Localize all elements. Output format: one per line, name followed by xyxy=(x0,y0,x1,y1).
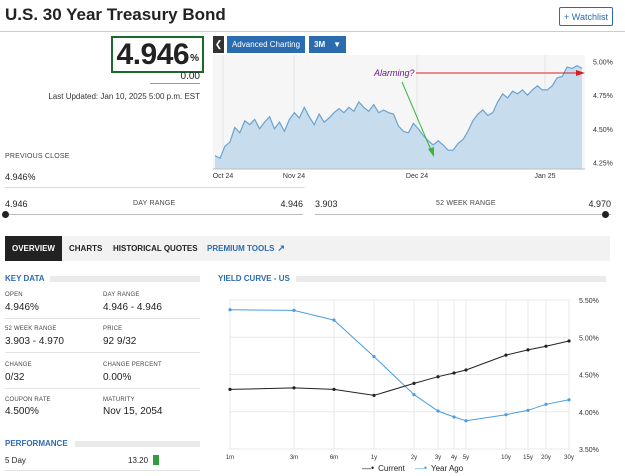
year-ago-point xyxy=(452,415,456,419)
yield-x-tick: 6m xyxy=(330,455,338,461)
yield-x-tick: 1m xyxy=(226,455,234,461)
year-ago-point xyxy=(544,402,548,406)
current-point xyxy=(526,348,530,352)
current-point xyxy=(504,353,508,357)
current-point xyxy=(452,371,456,375)
current-legend-swatch: —• xyxy=(362,463,375,473)
yield-y-tick: 5.50% xyxy=(579,298,599,305)
yield-y-tick: 5.00% xyxy=(579,335,599,342)
year-ago-legend-label: Year Ago xyxy=(431,463,464,473)
yield-x-tick: 3y xyxy=(435,455,441,461)
yield-x-tick: 2y xyxy=(411,455,417,461)
yield-x-tick: 3m xyxy=(290,455,298,461)
current-point xyxy=(228,387,232,391)
yield-x-tick: 30y xyxy=(564,455,574,461)
current-point xyxy=(544,344,548,348)
year-ago-point xyxy=(436,409,440,413)
yield-y-tick: 4.50% xyxy=(579,373,599,380)
yield-x-tick: 10y xyxy=(501,455,511,461)
yield-y-tick: 4.00% xyxy=(579,410,599,417)
year-ago-point xyxy=(372,355,376,359)
year-ago-point xyxy=(292,308,296,312)
yield-x-tick: 15y xyxy=(523,455,533,461)
yield-curve-chart[interactable]: 3.50% 4.00% 4.50% 5.00% 5.50% 1m 3m 6m 1y 2y 3y 4y… xyxy=(0,0,625,476)
yield-x-tick: 1y xyxy=(371,455,377,461)
year-ago-legend-swatch: —• xyxy=(414,463,427,473)
yield-legend: —• Current —• Year Ago xyxy=(362,463,463,473)
yield-x-tick: 20y xyxy=(541,455,551,461)
year-ago-point xyxy=(526,408,530,412)
year-ago-point xyxy=(567,398,571,402)
year-ago-line xyxy=(229,309,570,422)
year-ago-point xyxy=(228,308,232,312)
current-point xyxy=(412,381,416,385)
current-point xyxy=(332,387,336,391)
current-point xyxy=(567,339,571,343)
year-ago-point xyxy=(412,393,416,397)
current-point xyxy=(436,375,440,379)
current-line xyxy=(229,340,570,396)
current-point xyxy=(372,393,376,397)
yield-x-tick: 5y xyxy=(463,455,469,461)
yield-y-tick: 3.50% xyxy=(579,447,599,454)
current-legend-label: Current xyxy=(378,463,405,473)
current-point xyxy=(292,386,296,390)
year-ago-point xyxy=(332,318,336,322)
current-point xyxy=(464,368,468,372)
yield-x-tick: 4y xyxy=(451,455,457,461)
year-ago-point xyxy=(504,413,508,417)
year-ago-point xyxy=(464,419,468,423)
